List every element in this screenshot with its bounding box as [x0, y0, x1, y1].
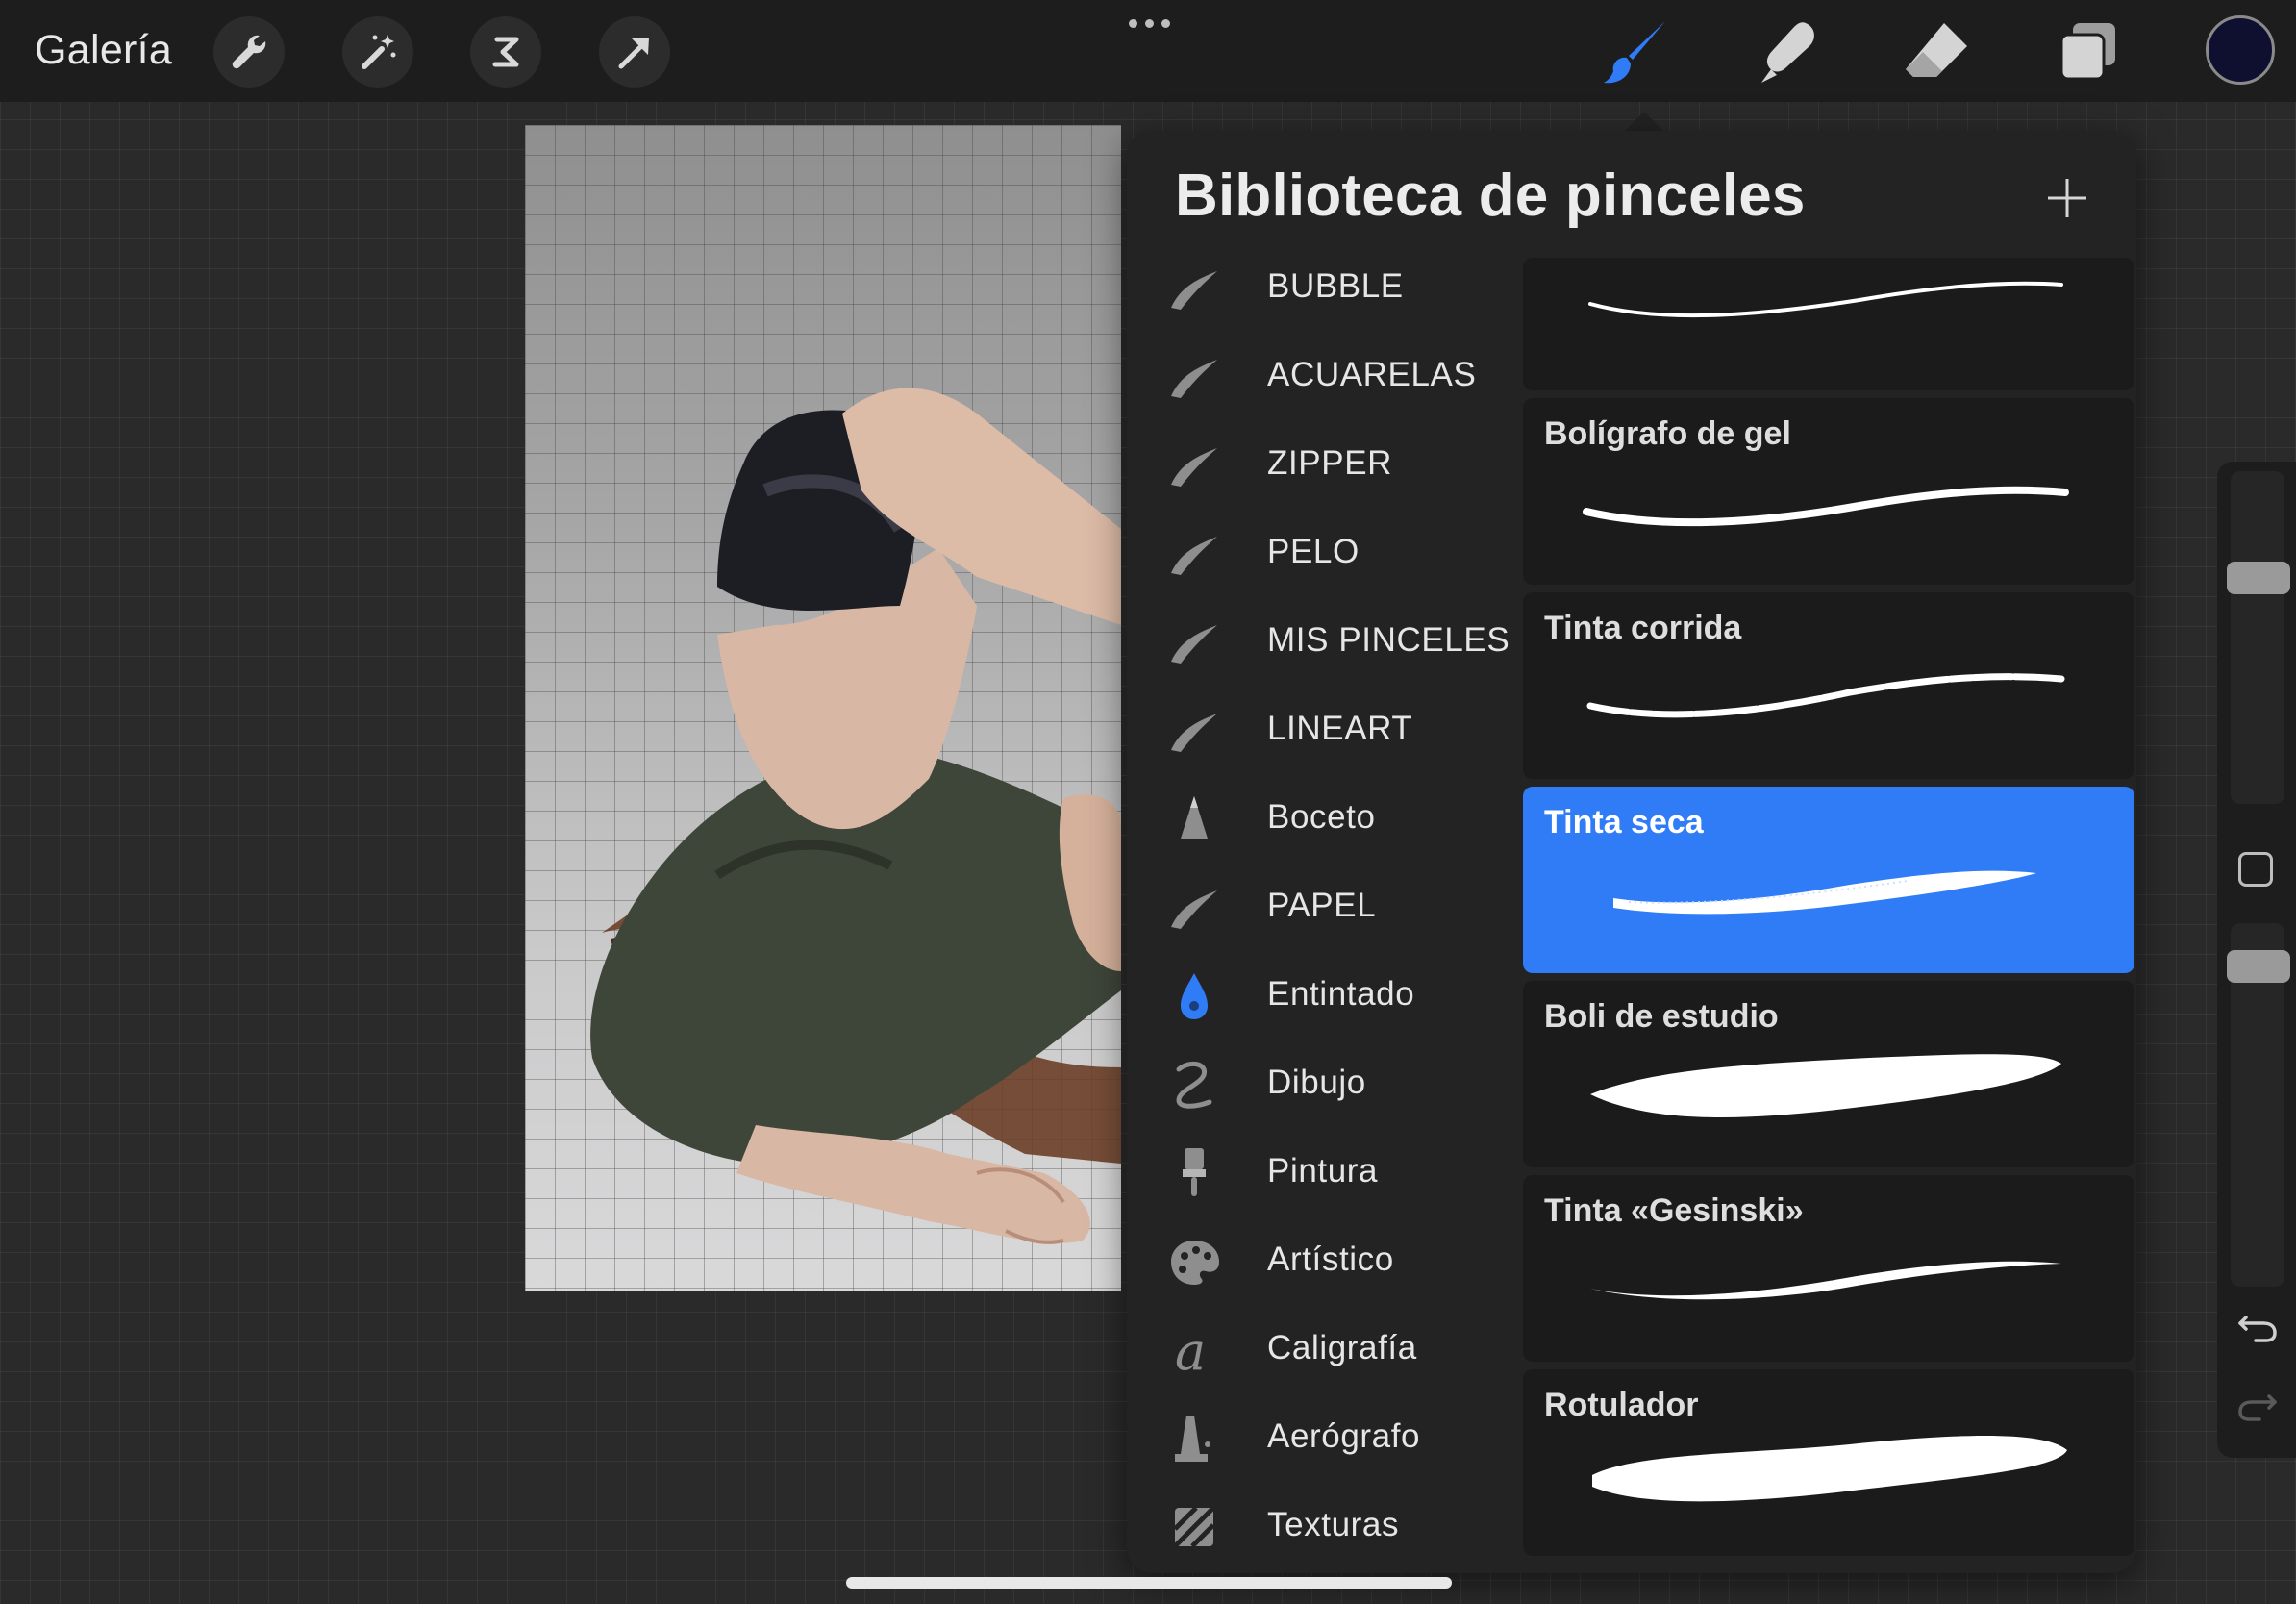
- brush-set-list: BUBBLE ACUARELAS ZIPPER PELO MIS PINCELE…: [1127, 244, 1511, 1573]
- smudge-icon[interactable]: [1748, 13, 1825, 90]
- brush-set-label: Dibujo: [1267, 1064, 1366, 1101]
- brush-set-label: LINEART: [1267, 710, 1413, 747]
- brush-stroke-preview: [1590, 1261, 2061, 1300]
- paint-brush-icon: [1165, 1146, 1223, 1200]
- brush-set-item[interactable]: Pintura: [1127, 1129, 1511, 1217]
- brush-stroke-preview: [1586, 673, 2065, 718]
- brush-size-slider[interactable]: [2231, 471, 2284, 804]
- brush-set-item[interactable]: Texturas: [1127, 1483, 1511, 1571]
- brush-library-panel: Biblioteca de pinceles BUBBLE ACUARELAS …: [1127, 131, 2136, 1573]
- texture-icon: [1165, 1500, 1223, 1554]
- opacity-thumb[interactable]: [2227, 949, 2290, 983]
- stroke-icon: [1165, 615, 1223, 669]
- home-indicator[interactable]: [846, 1577, 1452, 1589]
- brush-set-item[interactable]: LINEART: [1127, 687, 1511, 775]
- more-dots-icon[interactable]: [1125, 13, 1173, 33]
- wrench-icon[interactable]: [213, 16, 285, 88]
- brush-set-label: BUBBLE: [1267, 267, 1404, 305]
- brush-set-label: Boceto: [1267, 798, 1376, 836]
- brush-card[interactable]: Boli de estudio: [1523, 981, 2134, 1167]
- gallery-button[interactable]: Galería: [35, 27, 172, 74]
- panel-title: Biblioteca de pinceles: [1175, 163, 1806, 229]
- svg-text:a: a: [1175, 1323, 1206, 1377]
- stroke-icon: [1165, 439, 1223, 492]
- brush-card-selected[interactable]: Tinta seca: [1523, 787, 2134, 973]
- undo-icon[interactable]: [2234, 1304, 2281, 1350]
- panel-pointer: [1623, 112, 1665, 133]
- top-toolbar: Galería: [0, 0, 2296, 102]
- brush-set-label: Texturas: [1267, 1506, 1400, 1543]
- stroke-icon: [1165, 704, 1223, 758]
- brush-stroke-preview: [1592, 1436, 2067, 1502]
- brush-set-item[interactable]: Artístico: [1127, 1217, 1511, 1306]
- brush-card[interactable]: Tinta «Gesinski»: [1523, 1175, 2134, 1362]
- redo-icon[interactable]: [2234, 1383, 2281, 1429]
- brush-size-thumb[interactable]: [2227, 561, 2290, 594]
- stroke-icon: [1165, 881, 1223, 935]
- stroke-icon: [1165, 262, 1223, 315]
- pencil-tip-icon: [1165, 792, 1223, 846]
- layers-icon[interactable]: [2050, 13, 2127, 90]
- brush-icon[interactable]: [1598, 13, 1675, 90]
- brush-set-label: PAPEL: [1267, 887, 1377, 924]
- brush-set-item[interactable]: Aerógrafo: [1127, 1394, 1511, 1483]
- right-sidebar: [2217, 462, 2296, 1458]
- brush-set-label: Pintura: [1267, 1152, 1379, 1190]
- stroke-icon: [1165, 350, 1223, 404]
- brush-card[interactable]: Rotulador: [1523, 1369, 2134, 1556]
- stroke-icon: [1165, 527, 1223, 581]
- squiggle-icon: [1165, 1058, 1223, 1112]
- add-icon[interactable]: [2038, 169, 2096, 227]
- brush-stroke-preview: [1613, 870, 2036, 915]
- brush-set-item[interactable]: Dibujo: [1127, 1040, 1511, 1129]
- brush-set-item[interactable]: a Caligrafía: [1127, 1306, 1511, 1394]
- brush-set-item[interactable]: BUBBLE: [1127, 244, 1511, 333]
- calligraphy-icon: a: [1165, 1323, 1223, 1377]
- selection-icon[interactable]: [470, 16, 541, 88]
- brush-set-label: Aerógrafo: [1267, 1417, 1421, 1455]
- brush-set-label: PELO: [1267, 533, 1360, 570]
- magic-wand-icon[interactable]: [342, 16, 413, 88]
- brush-card[interactable]: Tinta corrida: [1523, 592, 2134, 779]
- brush-set-item[interactable]: ACUARELAS: [1127, 333, 1511, 421]
- brush-set-item[interactable]: MIS PINCELES: [1127, 598, 1511, 687]
- ink-drop-icon: [1165, 969, 1223, 1023]
- brush-set-label: ACUARELAS: [1267, 356, 1477, 393]
- color-swatch[interactable]: [2206, 15, 2275, 85]
- brush-stroke-preview: [1583, 486, 2069, 527]
- modify-square-icon[interactable]: [2238, 852, 2273, 887]
- brush-set-label: MIS PINCELES: [1267, 621, 1510, 659]
- brush-set-label: Entintado: [1267, 975, 1415, 1013]
- airbrush-icon: [1165, 1412, 1223, 1466]
- brush-stroke-preview: [1588, 281, 2063, 318]
- canvas-artwork[interactable]: [525, 125, 1121, 1291]
- brush-set-item[interactable]: ZIPPER: [1127, 421, 1511, 510]
- palette-icon: [1165, 1235, 1223, 1289]
- brush-set-item[interactable]: Boceto: [1127, 775, 1511, 864]
- eraser-icon[interactable]: [1898, 13, 1975, 90]
- brush-card[interactable]: Bolígrafo de gel: [1523, 398, 2134, 585]
- brush-set-label: Caligrafía: [1267, 1329, 1417, 1366]
- brush-list: Bolígrafo de gel Tinta corrida Tinta sec…: [1523, 258, 2136, 1573]
- brush-set-item[interactable]: Entintado: [1127, 952, 1511, 1040]
- brush-stroke-preview: [1590, 1054, 2061, 1118]
- brush-set-label: ZIPPER: [1267, 444, 1393, 482]
- brush-set-item[interactable]: PAPEL: [1127, 864, 1511, 952]
- transform-arrow-icon[interactable]: [599, 16, 670, 88]
- brush-set-label: Artístico: [1267, 1241, 1394, 1278]
- brush-set-item[interactable]: PELO: [1127, 510, 1511, 598]
- brush-card[interactable]: [1523, 258, 2134, 390]
